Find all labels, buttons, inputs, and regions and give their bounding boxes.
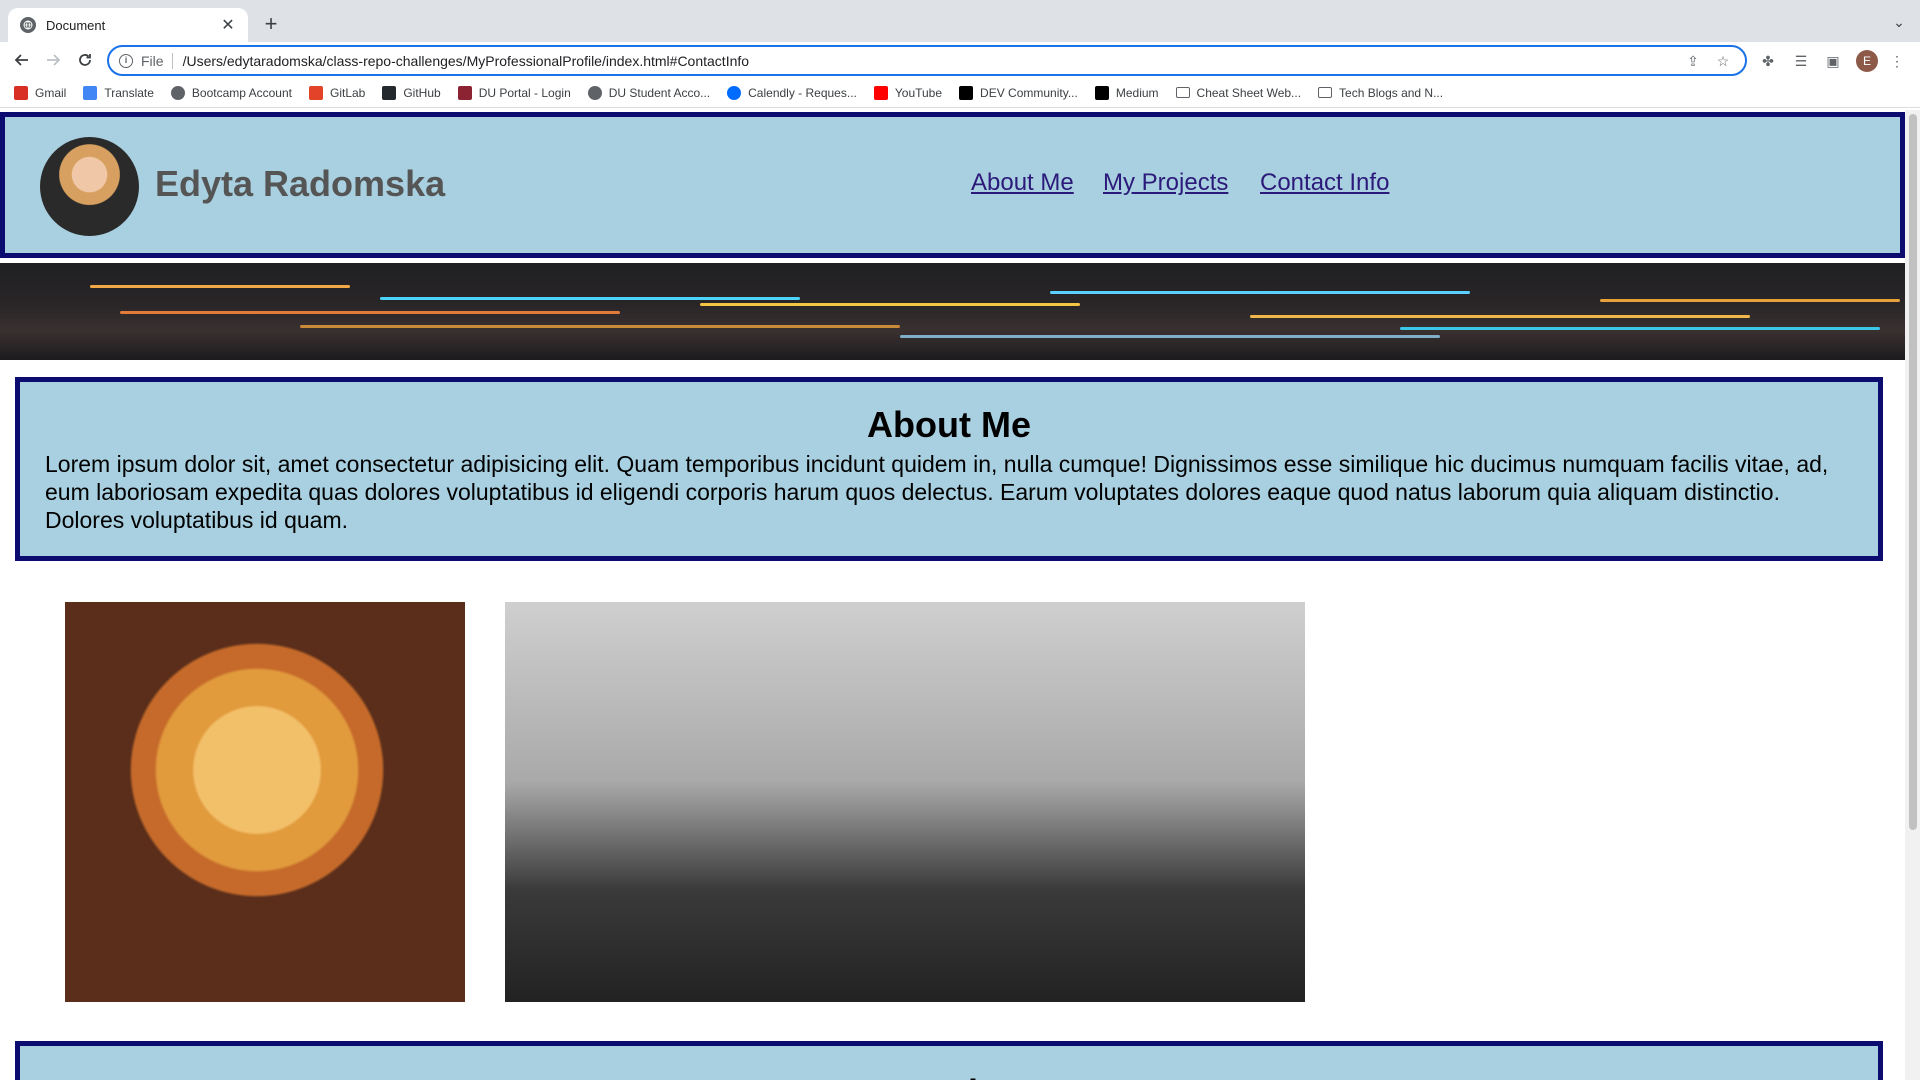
du-icon — [457, 85, 472, 100]
bookmark-label: DEV Community... — [980, 85, 1078, 100]
about-text: Lorem ipsum dolor sit, amet consectetur … — [45, 451, 1829, 533]
page-viewport: Edyta Radomska About Me My Projects Cont… — [0, 110, 1905, 1080]
nav-link-contact-info[interactable]: Contact Info — [1260, 169, 1389, 197]
hero-banner — [0, 263, 1905, 360]
bookmark-label: Gmail — [35, 85, 67, 100]
chevron-down-icon[interactable]: ⌄ — [1890, 14, 1908, 32]
address-bar[interactable]: i File /Users/edytaradomska/class-repo-c… — [107, 45, 1747, 76]
back-icon[interactable] — [12, 50, 32, 70]
profile-avatar[interactable]: E — [1856, 50, 1878, 72]
scrollbar[interactable] — [1905, 110, 1920, 1080]
about-heading: About Me — [867, 404, 1031, 445]
bookmark-item[interactable]: YouTube — [873, 85, 943, 100]
bookmark-item[interactable]: Bootcamp Account — [170, 85, 292, 100]
bookmark-item[interactable]: GitHub — [382, 85, 441, 100]
bookmark-label: Cheat Sheet Web... — [1196, 85, 1302, 100]
bookmark-item[interactable]: Translate — [83, 85, 154, 100]
bookmark-item[interactable]: Gmail — [14, 85, 67, 100]
dev-icon — [959, 85, 974, 100]
reload-icon[interactable] — [75, 50, 95, 70]
url-text[interactable]: /Users/edytaradomska/class-repo-challeng… — [183, 53, 1685, 69]
share-icon[interactable]: ⇪ — [1685, 53, 1701, 69]
bookmark-label: YouTube — [894, 85, 943, 100]
bookmarks-bar: Gmail Translate Bootcamp Account GitLab GitH… — [0, 78, 1920, 108]
bookmark-label: DU Portal - Login — [478, 85, 571, 100]
about-section: About Me Lorem ipsum dolor sit, amet con… — [15, 377, 1883, 561]
projects-section: My Projects — [15, 1041, 1883, 1080]
forward-icon[interactable] — [43, 50, 63, 70]
bookmark-label: Calendly - Reques... — [748, 85, 857, 100]
bookmark-label: GitLab — [329, 85, 366, 100]
divider — [171, 52, 173, 69]
bookmark-label: Tech Blogs and N... — [1339, 85, 1444, 100]
globe-icon — [20, 17, 36, 33]
github-icon — [382, 85, 397, 100]
bookmark-item[interactable]: Cheat Sheet Web... — [1175, 85, 1302, 100]
folder-icon — [1318, 87, 1333, 98]
bookmark-item[interactable]: Medium — [1094, 85, 1159, 100]
star-icon[interactable]: ☆ — [1715, 53, 1731, 69]
folder-icon — [1175, 87, 1190, 98]
new-tab-button[interactable]: + — [258, 12, 284, 38]
pizza-photo — [65, 602, 465, 1002]
bookmark-label: DU Student Acco... — [608, 85, 711, 100]
bookmark-item[interactable]: DU Portal - Login — [457, 85, 571, 100]
projects-heading: My Projects — [20, 1072, 1878, 1080]
info-icon[interactable]: i — [119, 53, 133, 68]
bookmark-label: Bootcamp Account — [191, 85, 292, 100]
medium-icon — [1094, 85, 1109, 100]
bookmark-item[interactable]: DEV Community... — [959, 85, 1078, 100]
bookmark-item[interactable]: GitLab — [308, 85, 366, 100]
close-tab-icon[interactable]: ✕ — [220, 15, 236, 35]
reading-list-icon[interactable]: ☰ — [1792, 52, 1810, 70]
gym-photo — [505, 602, 1305, 1002]
profile-photo — [40, 137, 139, 236]
translate-icon — [83, 85, 98, 100]
bookmark-label: Medium — [1115, 85, 1159, 100]
url-scheme: File — [141, 52, 164, 69]
browser-toolbar: i File /Users/edytaradomska/class-repo-c… — [0, 42, 1920, 78]
youtube-icon — [873, 85, 888, 100]
site-header: Edyta Radomska About Me My Projects Cont… — [0, 112, 1905, 258]
globe-icon — [587, 85, 602, 100]
bookmark-item[interactable]: DU Student Acco... — [587, 85, 711, 100]
menu-icon[interactable]: ⋮ — [1888, 52, 1906, 70]
scrollbar-thumb[interactable] — [1909, 114, 1917, 830]
bookmark-item[interactable]: Calendly - Reques... — [727, 85, 857, 100]
nav-link-my-projects[interactable]: My Projects — [1103, 169, 1228, 197]
bookmark-item[interactable]: Tech Blogs and N... — [1318, 86, 1443, 100]
bookmark-label: GitHub — [403, 85, 441, 100]
side-panel-icon[interactable]: ▣ — [1824, 52, 1842, 70]
gitlab-icon — [308, 85, 323, 100]
globe-icon — [170, 85, 185, 100]
site-title: Edyta Radomska — [155, 163, 446, 204]
bookmark-label: Translate — [104, 85, 154, 100]
tab-title: Document — [46, 17, 106, 33]
nav-link-about-me[interactable]: About Me — [971, 169, 1074, 197]
calendly-icon — [727, 85, 742, 100]
tab-document[interactable]: Document ✕ — [8, 8, 248, 42]
gmail-icon — [14, 85, 28, 100]
tab-strip: Document ✕ + ⌄ — [0, 0, 1920, 42]
extensions-icon[interactable]: ✤ — [1759, 52, 1777, 70]
